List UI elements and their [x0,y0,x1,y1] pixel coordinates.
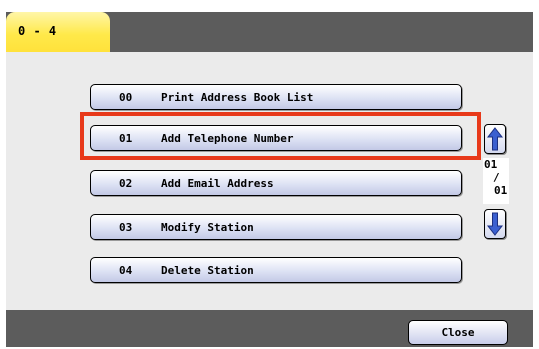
menu-item-label: Modify Station [161,221,254,234]
menu-item-modify-station[interactable]: 03 Modify Station [90,214,462,240]
tab-function-code[interactable]: 0 - 4 [6,12,110,53]
arrow-up-icon [486,127,504,151]
page-indicator: 01 / 01 [483,158,509,204]
close-button[interactable]: Close [408,320,508,345]
tab-label: 0 - 4 [18,24,57,38]
page-separator: / [493,171,500,184]
menu-item-delete-station[interactable]: 04 Delete Station [90,257,462,283]
menu-item-number: 03 [119,221,133,234]
menu-item-label: Print Address Book List [161,91,314,104]
scroll-up-button[interactable] [484,124,506,154]
page-total: 01 [494,184,508,197]
screen: 0 - 4 00 Print Address Book List 01 Add … [0,0,539,349]
menu-item-label: Delete Station [161,264,254,277]
arrow-down-icon [486,212,504,236]
menu-item-number: 00 [119,91,133,104]
selection-highlight [80,112,481,160]
menu-item-number: 02 [119,177,133,190]
menu-item-label: Add Email Address [161,177,274,190]
scroll-down-button[interactable] [484,209,506,239]
page-current: 01 [484,158,498,171]
menu-item-number: 04 [119,264,133,277]
menu-item-add-email-address[interactable]: 02 Add Email Address [90,170,462,196]
menu-item-print-address-book-list[interactable]: 00 Print Address Book List [90,84,462,110]
